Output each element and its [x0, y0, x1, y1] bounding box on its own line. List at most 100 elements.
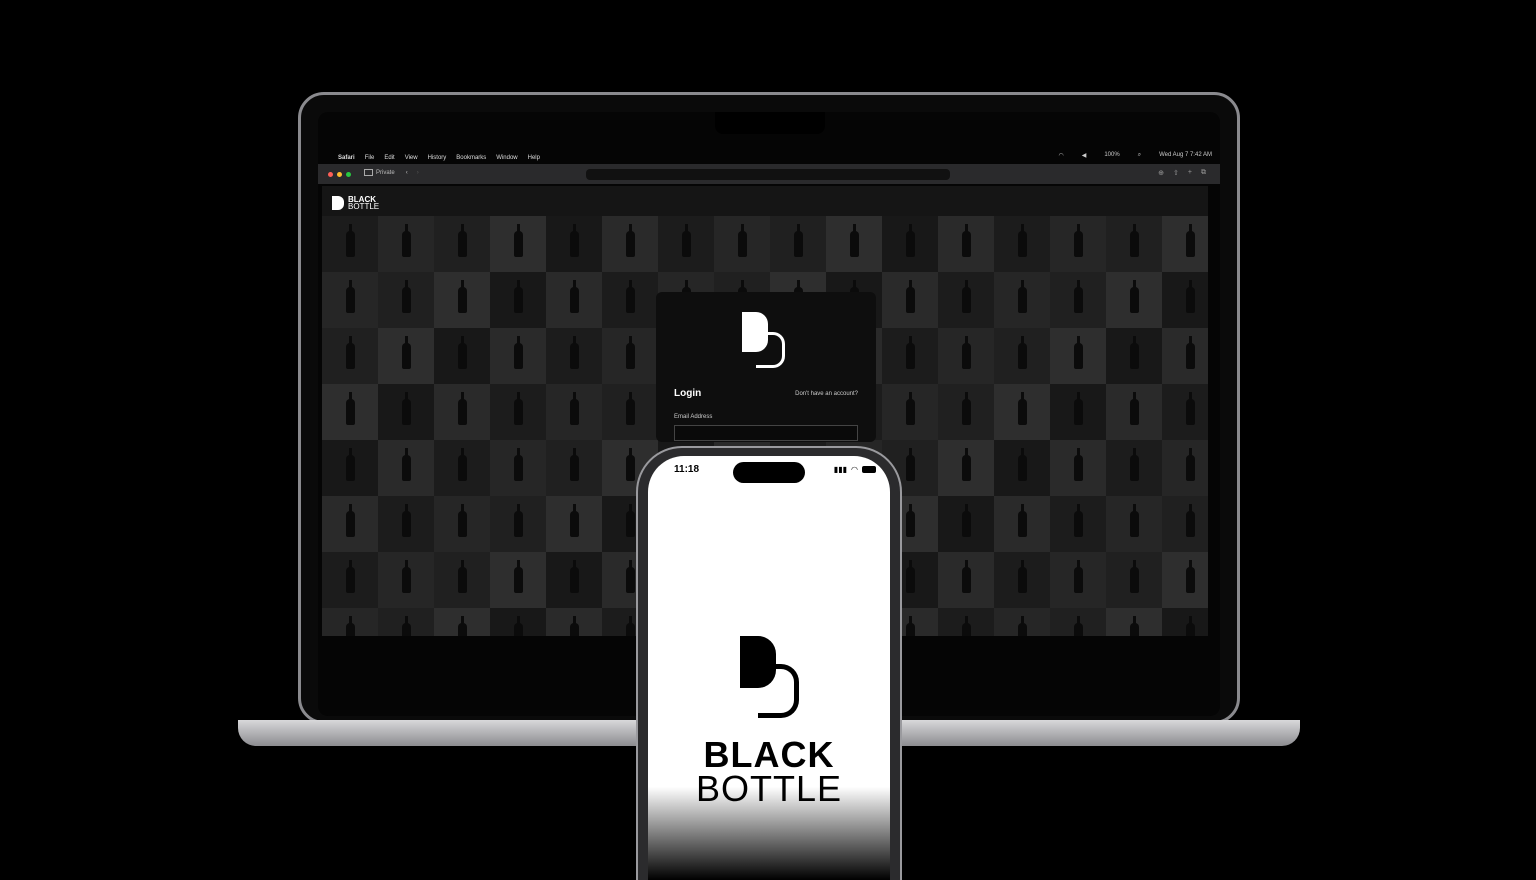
menu-window[interactable]: Window	[496, 155, 517, 161]
bottle-tile	[1162, 384, 1208, 440]
bottle-icon	[1017, 280, 1027, 313]
bottle-tile	[938, 440, 994, 496]
menu-history[interactable]: History	[428, 155, 447, 161]
bottle-tile	[938, 216, 994, 272]
bottle-icon	[1017, 616, 1027, 636]
bottle-icon	[1185, 280, 1195, 313]
bottle-tile	[994, 552, 1050, 608]
bottle-icon	[961, 504, 971, 537]
bottle-tile	[994, 608, 1050, 636]
bottle-tile	[1050, 216, 1106, 272]
bottle-icon	[345, 560, 355, 593]
search-icon[interactable]: ⌕	[1138, 152, 1141, 159]
bottle-tile	[938, 608, 994, 636]
bottle-tile	[1106, 440, 1162, 496]
bottle-icon	[1129, 504, 1139, 537]
bottle-tile	[1050, 608, 1106, 636]
bottle-icon	[513, 336, 523, 369]
phone-time: 11:18	[674, 464, 700, 475]
bottle-icon	[513, 560, 523, 593]
bottle-icon	[1017, 448, 1027, 481]
bottle-tile	[1050, 496, 1106, 552]
bottle-icon	[457, 504, 467, 537]
bottle-tile	[434, 608, 490, 636]
bottle-tile	[938, 384, 994, 440]
mac-menubar: Safari File Edit View History Bookmarks …	[318, 152, 1220, 164]
bottle-tile	[1106, 384, 1162, 440]
back-icon[interactable]: ‹	[406, 170, 408, 176]
bottle-icon	[905, 560, 915, 593]
bottle-tile	[546, 496, 602, 552]
bottle-tile	[882, 328, 938, 384]
new-tab-icon[interactable]: +	[1188, 169, 1192, 177]
wifi-icon[interactable]: ◠	[1058, 152, 1063, 159]
bottle-icon	[1073, 448, 1083, 481]
bottle-tile	[882, 216, 938, 272]
private-tab-label: Private	[376, 169, 395, 176]
bottle-tile	[490, 384, 546, 440]
close-window-button[interactable]	[328, 172, 333, 177]
email-label: Email Address	[674, 414, 713, 420]
bottle-icon	[1185, 560, 1195, 593]
bottle-tile	[434, 384, 490, 440]
bottle-icon	[625, 336, 635, 369]
zoom-window-button[interactable]	[346, 172, 351, 177]
bottle-tile	[1162, 608, 1208, 636]
bottle-tile	[714, 216, 770, 272]
menu-edit[interactable]: Edit	[384, 155, 394, 161]
bottle-tile	[938, 496, 994, 552]
bottle-tile	[1162, 272, 1208, 328]
bottle-tile	[1050, 384, 1106, 440]
bottle-icon	[401, 280, 411, 313]
login-title: Login	[674, 388, 702, 399]
bottle-tile	[546, 552, 602, 608]
bottle-tile	[434, 440, 490, 496]
bottle-tile	[434, 496, 490, 552]
menu-view[interactable]: View	[405, 155, 418, 161]
bottle-tile	[1106, 496, 1162, 552]
menu-safari[interactable]: Safari	[338, 155, 355, 161]
bottle-tile	[938, 552, 994, 608]
bottle-icon	[1073, 280, 1083, 313]
bottle-icon	[513, 616, 523, 636]
wifi-icon: ◠	[851, 465, 858, 474]
bottle-tile	[1106, 552, 1162, 608]
bottle-tile	[994, 328, 1050, 384]
bottle-icon	[401, 336, 411, 369]
menu-file[interactable]: File	[365, 155, 375, 161]
bottle-tile	[1106, 272, 1162, 328]
forward-icon[interactable]: ›	[417, 170, 419, 176]
bottle-icon	[1129, 280, 1139, 313]
bottle-tile	[546, 272, 602, 328]
bottle-icon	[1073, 616, 1083, 636]
bottle-icon	[513, 280, 523, 313]
bottle-tile	[490, 552, 546, 608]
share-icon[interactable]: ⇧	[1173, 169, 1179, 177]
email-field[interactable]	[674, 425, 858, 441]
bottle-icon	[401, 616, 411, 636]
bottle-icon	[569, 448, 579, 481]
minimize-window-button[interactable]	[337, 172, 342, 177]
menu-bookmarks[interactable]: Bookmarks	[456, 155, 486, 161]
private-tab[interactable]: Private ‹ ›	[364, 169, 419, 176]
phone-status-icons: ▮▮▮ ◠	[834, 465, 876, 474]
bottle-icon	[457, 224, 467, 257]
bottle-icon	[625, 392, 635, 425]
volume-icon[interactable]: ◀	[1082, 152, 1087, 159]
menu-help[interactable]: Help	[528, 155, 540, 161]
bottle-icon	[1017, 504, 1027, 537]
tabs-overview-icon[interactable]: ⧉	[1201, 169, 1206, 177]
site-logo[interactable]: BLACK BOTTLE	[332, 196, 379, 211]
bottle-tile	[546, 608, 602, 636]
signup-link[interactable]: Don't have an account?	[795, 391, 858, 397]
bottle-icon	[401, 224, 411, 257]
download-icon[interactable]: ⊕	[1158, 169, 1164, 177]
bottle-tile	[378, 384, 434, 440]
bottle-icon	[905, 280, 915, 313]
clock[interactable]: Wed Aug 7 7:42 AM	[1159, 152, 1212, 159]
bottle-icon	[1017, 560, 1027, 593]
address-bar[interactable]	[586, 169, 950, 180]
bottle-tile	[1162, 496, 1208, 552]
bottle-icon	[1185, 448, 1195, 481]
menubar-status: ◠ ◀ 100% ⌕ Wed Aug 7 7:42 AM	[1048, 152, 1212, 159]
